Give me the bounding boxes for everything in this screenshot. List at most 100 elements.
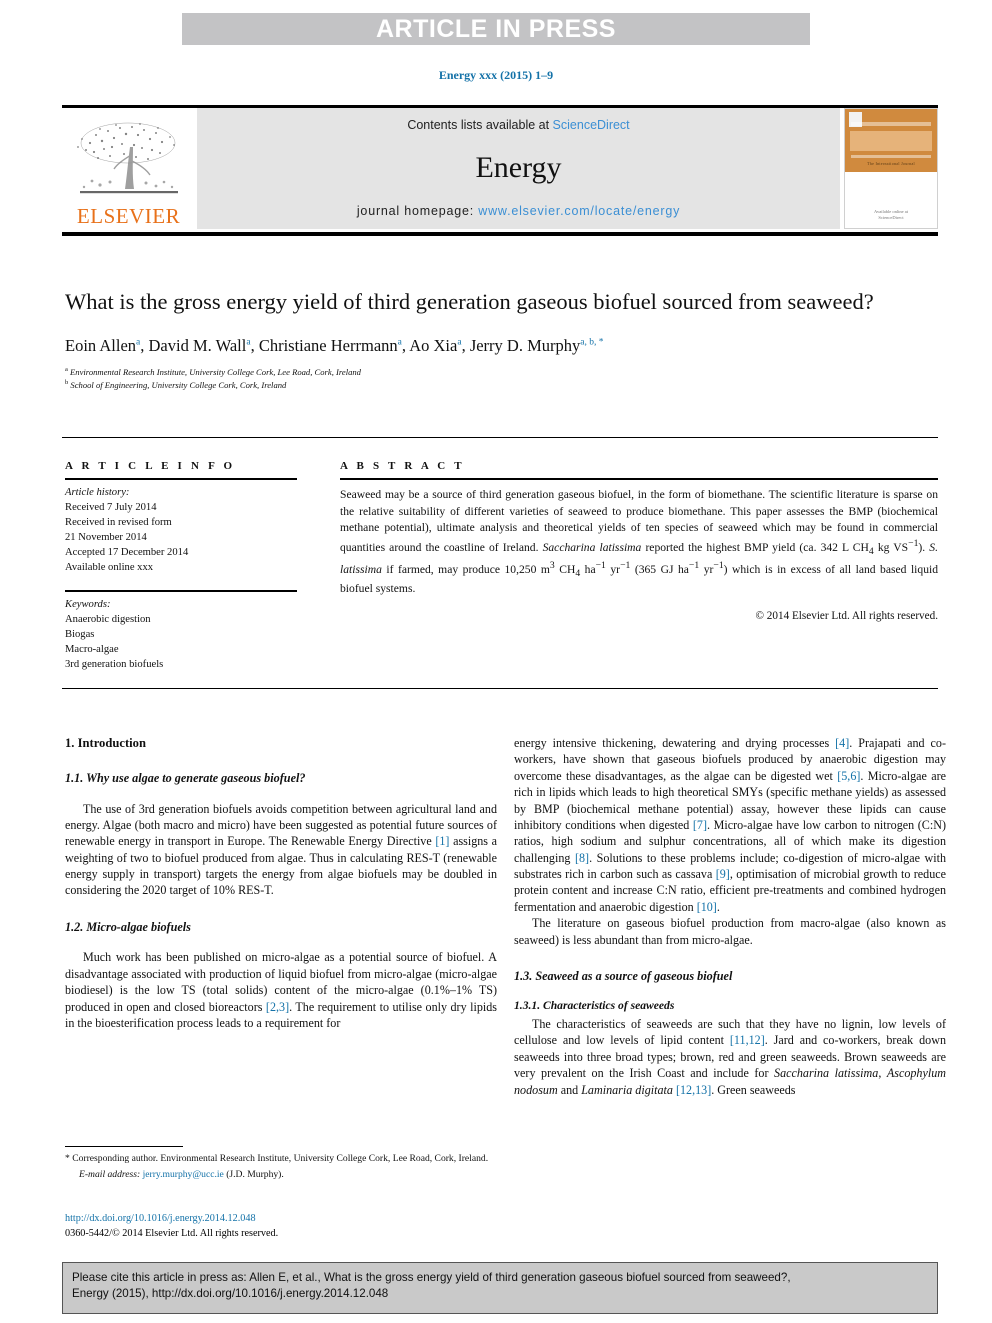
issn-copyright-line: 0360-5442/© 2014 Elsevier Ltd. All right… xyxy=(65,1227,279,1239)
corresponding-author-footnote: * Corresponding author. Environmental Re… xyxy=(65,1146,497,1181)
paragraph-part: , xyxy=(878,1066,887,1081)
keyword-item: 3rd generation biofuels xyxy=(65,659,164,671)
keywords-list: Keywords: Anaerobic digestion Biogas Mac… xyxy=(65,597,297,672)
abstract-part: yr xyxy=(605,563,621,577)
cover-letter-e xyxy=(850,131,864,151)
superscript: −1 xyxy=(713,560,724,572)
superscript: −1 xyxy=(620,560,631,572)
corresponding-author-text: Corresponding author. Environmental Rese… xyxy=(69,1153,489,1164)
affiliation-item: a Environmental Research Institute, Univ… xyxy=(65,365,935,378)
abstract-copyright: © 2014 Elsevier Ltd. All rights reserved… xyxy=(755,609,939,622)
section-heading-1-1: 1.1. Why use algae to generate gaseous b… xyxy=(65,771,306,786)
journal-homepage-line: journal homepage: www.elsevier.com/locat… xyxy=(357,204,680,218)
elsevier-logo: ELSEVIER xyxy=(62,108,195,229)
journal-masthead: ELSEVIER Contents lists available at Sci… xyxy=(62,105,938,236)
author-name: David M. Wall xyxy=(148,335,247,355)
doi-link[interactable]: http://dx.doi.org/10.1016/j.energy.2014.… xyxy=(65,1212,497,1227)
citation-reference[interactable]: [12,13] xyxy=(676,1083,711,1097)
info-band-bottom-rule xyxy=(62,688,938,689)
section-heading-1-3: 1.3. Seaweed as a source of gaseous biof… xyxy=(514,968,733,983)
cite-this-article-box: Please cite this article in press as: Al… xyxy=(62,1262,938,1314)
email-link[interactable]: jerry.murphy@ucc.ie xyxy=(143,1169,224,1180)
citation-reference[interactable]: [1] xyxy=(435,834,449,848)
citation-reference[interactable]: [5,6] xyxy=(837,769,860,783)
abstract-part: if farmed, may produce 10,250 m xyxy=(381,563,550,577)
article-info-heading: A R T I C L E I N F O xyxy=(65,460,236,472)
citation-reference[interactable]: [9] xyxy=(716,867,730,881)
email-label: E-mail address: xyxy=(79,1168,141,1180)
paragraph-part: The use of 3rd generation biofuels avoid… xyxy=(65,801,497,849)
superscript: −1 xyxy=(688,560,700,572)
citation-reference[interactable]: [8] xyxy=(575,851,589,865)
paragraph-part: . Green seaweeds xyxy=(711,1082,796,1097)
author-affiliation-mark: a xyxy=(397,337,402,348)
elsevier-tree-icon xyxy=(76,122,178,194)
citation-reference[interactable]: [11,12] xyxy=(730,1033,765,1047)
abstract-part: CH xyxy=(554,563,576,577)
cover-footer: Available online at ScienceDirect xyxy=(845,209,937,223)
keywords-label: Keywords: xyxy=(65,599,111,611)
keywords-block: Keywords: Anaerobic digestion Biogas Mac… xyxy=(65,590,297,672)
abstract-part: reported the highest BMP yield (ca. 342 … xyxy=(641,540,869,554)
abstract-column: A B S T R A C T Seaweed may be a source … xyxy=(340,460,938,622)
abstract-rule xyxy=(340,478,938,480)
abstract-part: ha xyxy=(580,563,596,577)
author-affiliation-mark: a, b, * xyxy=(580,337,604,348)
paragraph-part: . xyxy=(716,899,720,914)
cover-footer-line2: ScienceDirect xyxy=(878,215,904,221)
author-name: Ao Xia xyxy=(409,335,458,355)
superscript: −1 xyxy=(908,538,919,550)
cover-strip-lower xyxy=(851,155,931,158)
citation-reference[interactable]: [2,3] xyxy=(266,1000,289,1014)
abstract-heading: A B S T R A C T xyxy=(340,460,465,472)
body-column-right: energy intensive thickening, dewatering … xyxy=(514,735,946,1098)
journal-info-panel: Contents lists available at ScienceDirec… xyxy=(197,108,840,229)
cite-text-line1: Please cite this article in press as: Al… xyxy=(72,1271,791,1284)
paragraph: The use of 3rd generation biofuels avoid… xyxy=(65,801,497,899)
species-name: Laminaria digitata xyxy=(581,1082,673,1097)
paragraph-part: and xyxy=(557,1082,582,1097)
section-heading-1-2: 1.2. Micro-algae biofuels xyxy=(65,919,191,934)
cover-caption: The International Journal xyxy=(867,161,915,166)
email-line: E-mail address: jerry.murphy@ucc.ie (J.D… xyxy=(65,1168,497,1182)
superscript: −1 xyxy=(595,560,606,572)
species-name: Saccharina latissima xyxy=(774,1066,879,1081)
affiliation-mark: b xyxy=(65,379,69,387)
paragraph: energy intensive thickening, dewatering … xyxy=(514,735,946,915)
homepage-prefix: journal homepage: xyxy=(356,204,479,218)
citation-reference[interactable]: [4] xyxy=(835,736,849,750)
author-name: Jerry D. Murphy xyxy=(469,335,581,355)
article-info-rule xyxy=(65,478,297,480)
keyword-item: Macro-algae xyxy=(65,644,119,656)
abstract-part: kg VS xyxy=(873,540,909,554)
cover-strip-upper xyxy=(851,122,931,126)
masthead-bottom-rule xyxy=(62,232,938,236)
keyword-item: Biogas xyxy=(65,629,95,641)
affiliation-list: a Environmental Research Institute, Univ… xyxy=(65,365,935,392)
keywords-rule xyxy=(65,590,297,593)
abstract-text: Seaweed may be a source of third generat… xyxy=(340,487,938,598)
paragraph: The characteristics of seaweeds are such… xyxy=(514,1016,946,1098)
history-item: 21 November 2014 xyxy=(65,532,147,544)
sciencedirect-link[interactable]: ScienceDirect xyxy=(553,118,630,132)
footnote-rule xyxy=(65,1146,183,1147)
contents-prefix: Contents lists available at xyxy=(407,118,553,132)
author-affiliation-mark: a xyxy=(246,337,251,348)
journal-homepage-link[interactable]: www.elsevier.com/locate/energy xyxy=(478,204,680,218)
author-affiliation-mark: a xyxy=(136,337,141,348)
cover-art: The International Journal xyxy=(845,109,937,172)
cover-title-letters xyxy=(850,131,933,151)
cover-letter-e2 xyxy=(877,131,892,151)
keyword-item: Anaerobic digestion xyxy=(65,614,151,626)
journal-cover-thumbnail: The International Journal Available onli… xyxy=(844,108,938,229)
section-heading-1-3-1: 1.3.1. Characteristics of seaweeds xyxy=(514,999,675,1013)
history-item: Accepted 17 December 2014 xyxy=(65,547,189,559)
citation-reference[interactable]: [10] xyxy=(697,900,717,914)
cover-letter-n xyxy=(863,131,878,151)
citation-reference[interactable]: [7] xyxy=(693,818,707,832)
affiliation-item: b School of Engineering, University Coll… xyxy=(65,378,935,391)
email-owner: (J.D. Murphy). xyxy=(226,1168,284,1180)
doi-block: http://dx.doi.org/10.1016/j.energy.2014.… xyxy=(65,1212,497,1242)
